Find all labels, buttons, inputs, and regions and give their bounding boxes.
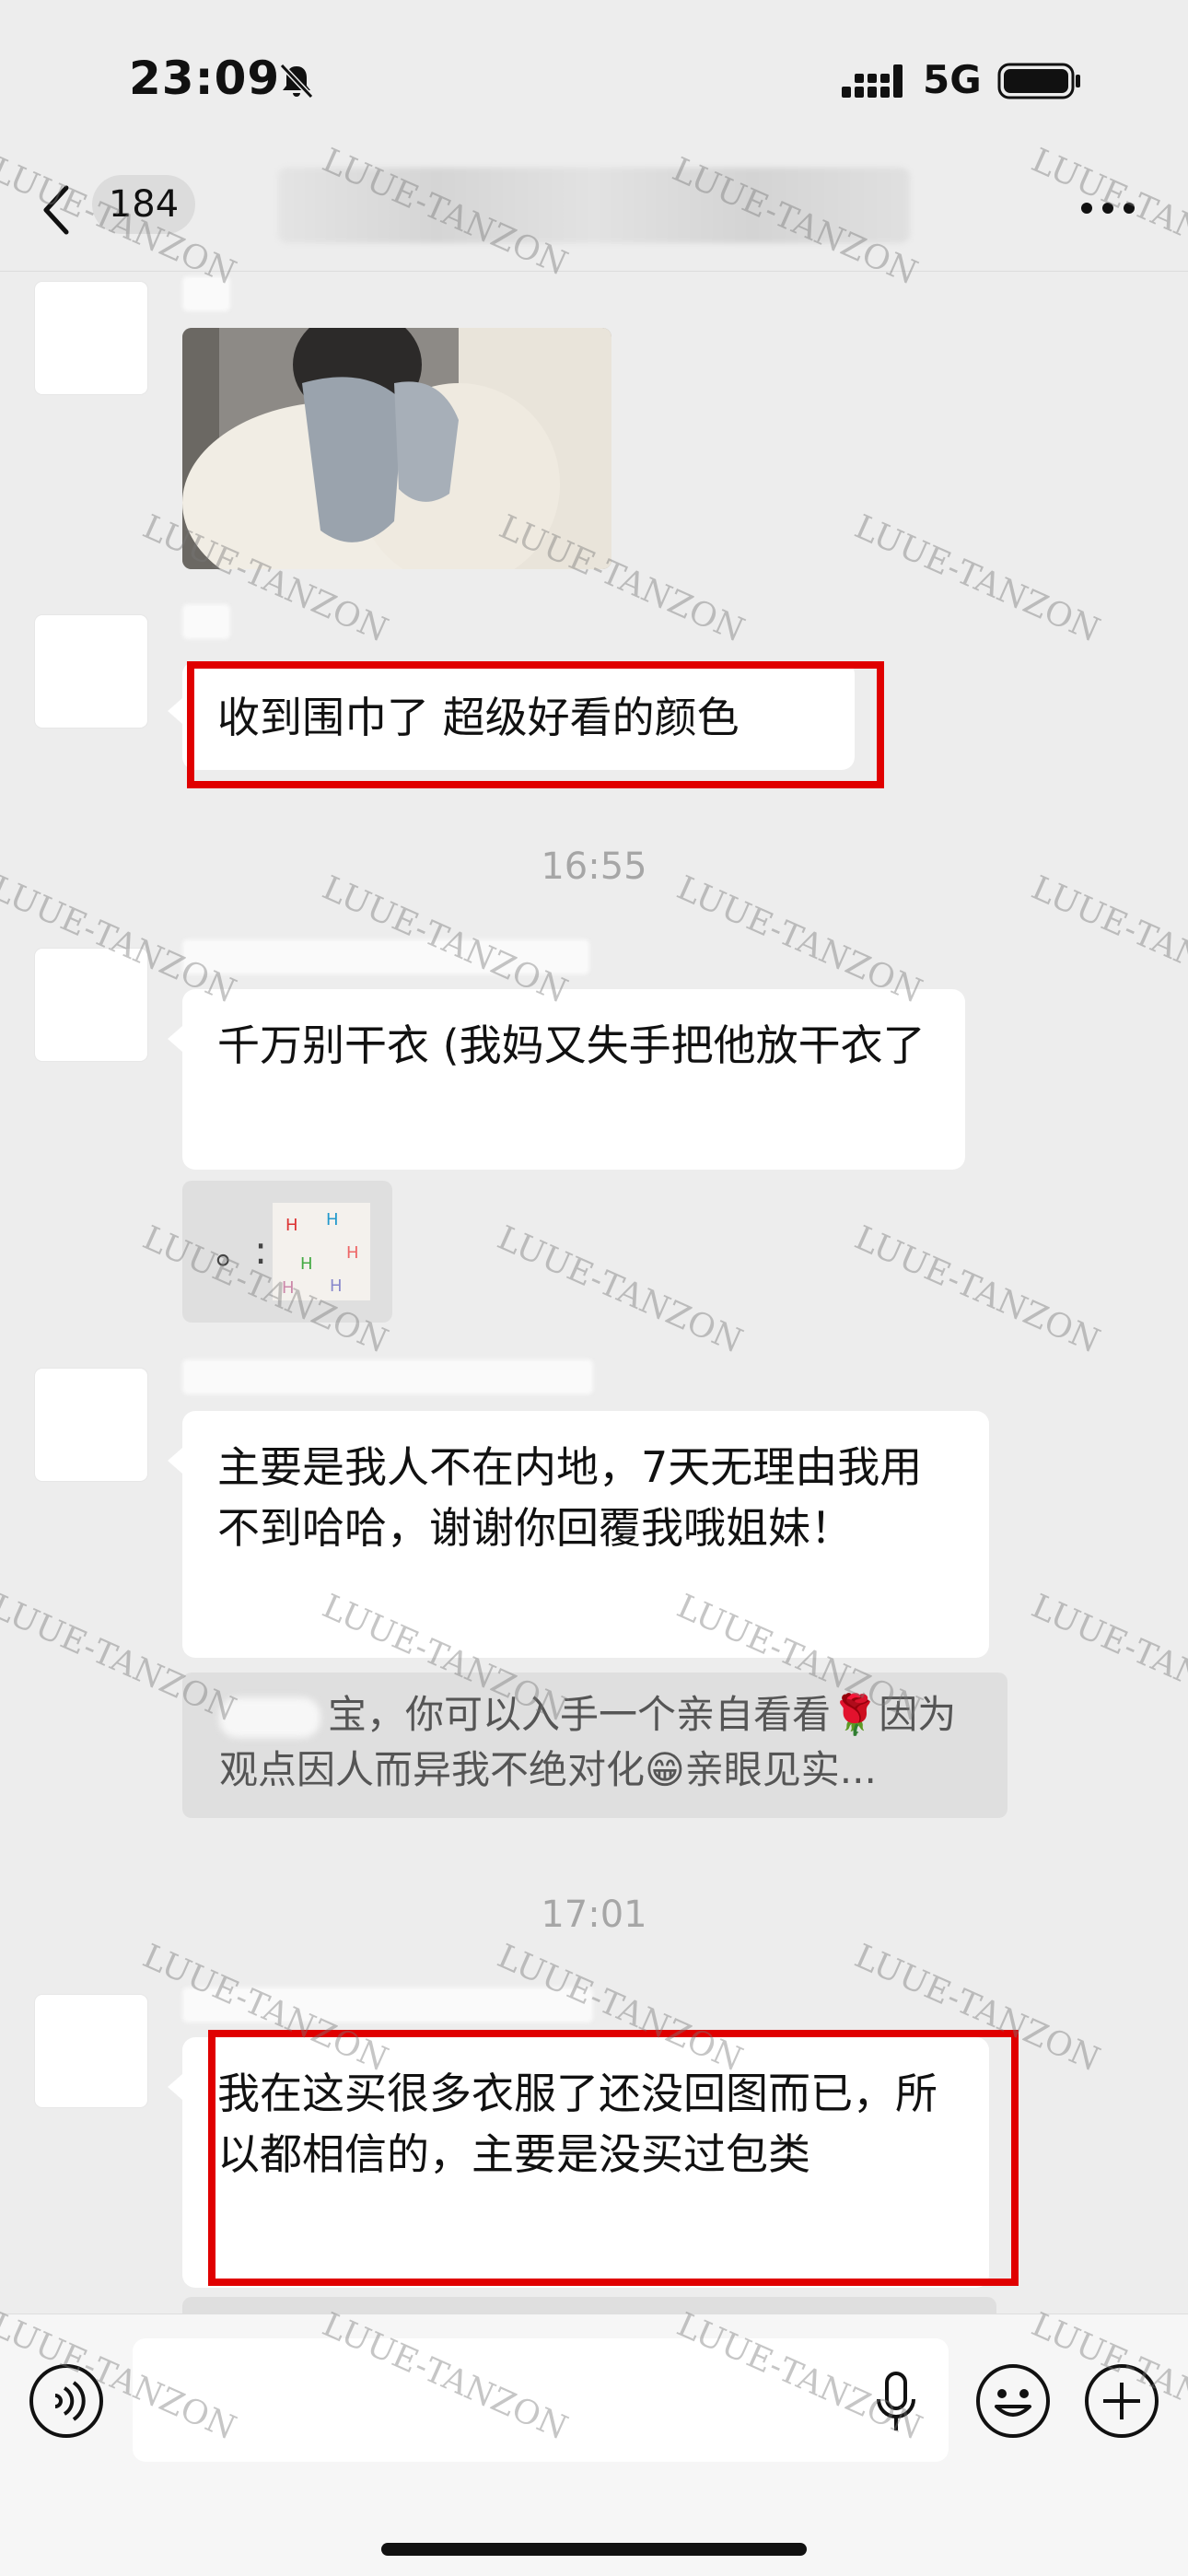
watermark: LUUE-TANZON: [849, 507, 1105, 650]
emoji-icon[interactable]: [974, 2362, 1052, 2440]
mic-icon[interactable]: [873, 2370, 919, 2436]
status-bar: 23:09 5G: [0, 0, 1188, 157]
status-time: 23:09: [129, 52, 281, 105]
avatar[interactable]: [35, 615, 147, 728]
watermark: LUUE-TANZON: [1026, 1587, 1188, 1730]
quoted-sender-blur: [219, 1696, 320, 1738]
svg-text:H: H: [282, 1278, 295, 1298]
scarf-photo-image: [182, 328, 611, 569]
sender-name: [182, 1359, 593, 1394]
pattern-thumbnail: H H H H H H: [273, 1203, 370, 1300]
highlight-box: [187, 661, 884, 788]
svg-text:H: H: [346, 1243, 359, 1263]
sender-name: [182, 1987, 593, 2022]
message-bubble[interactable]: 千万别干衣 (我妈又失手把他放干衣了: [168, 989, 965, 1170]
battery-icon: [997, 63, 1080, 99]
svg-text:H: H: [326, 1210, 339, 1230]
message-text: 主要是我人不在内地，7天无理由我用不到哈哈，谢谢你回覆我哦姐妹！: [217, 1442, 923, 1553]
sender-name: [182, 276, 230, 311]
timestamp: 16:55: [541, 845, 647, 888]
sender-name: [182, 604, 230, 639]
photo-message[interactable]: [182, 328, 611, 569]
avatar[interactable]: [35, 282, 147, 394]
input-bar: [0, 2314, 1188, 2576]
avatar[interactable]: [35, 1995, 147, 2107]
back-chevron-icon[interactable]: [39, 182, 76, 238]
avatar[interactable]: [35, 949, 147, 1061]
home-indicator: [381, 2543, 807, 2556]
plus-icon[interactable]: [1083, 2362, 1160, 2440]
watermark: LUUE-TANZON: [1026, 868, 1188, 1011]
voice-icon[interactable]: [28, 2362, 105, 2440]
svg-text:H: H: [300, 1254, 313, 1274]
network-type: 5G: [923, 57, 982, 102]
image-reply-caption: 。:: [215, 1228, 268, 1273]
chat-title: [278, 168, 910, 243]
svg-text:H: H: [285, 1216, 298, 1235]
bell-slash-icon: [279, 63, 314, 99]
message-input[interactable]: [133, 2338, 949, 2462]
timestamp: 17:01: [541, 1894, 647, 1936]
quoted-text: 宝，你可以入手一个亲自看看🌹因为观点因人而异我不绝对化😁亲眼见实...: [219, 1692, 957, 1792]
watermark: LUUE-TANZON: [849, 1218, 1105, 1361]
svg-text:H: H: [330, 1276, 343, 1296]
image-reply-card[interactable]: 。: H H H H H H: [182, 1181, 392, 1323]
message-bubble[interactable]: 主要是我人不在内地，7天无理由我用不到哈哈，谢谢你回覆我哦姐妹！: [168, 1411, 989, 1658]
avatar[interactable]: [35, 1369, 147, 1481]
quoted-message[interactable]: 宝，你可以入手一个亲自看看🌹因为观点因人而异我不绝对化😁亲眼见实...: [182, 1673, 1007, 1818]
more-icon[interactable]: [1079, 199, 1136, 217]
sender-name: [182, 939, 589, 974]
chat-header: 184: [0, 157, 1188, 272]
watermark: LUUE-TANZON: [492, 1218, 748, 1361]
signal-icon: [842, 64, 903, 98]
unread-count-badge[interactable]: 184: [92, 175, 195, 234]
message-text: 千万别干衣 (我妈又失手把他放干衣了: [217, 1020, 926, 1070]
highlight-box: [208, 2030, 1019, 2286]
